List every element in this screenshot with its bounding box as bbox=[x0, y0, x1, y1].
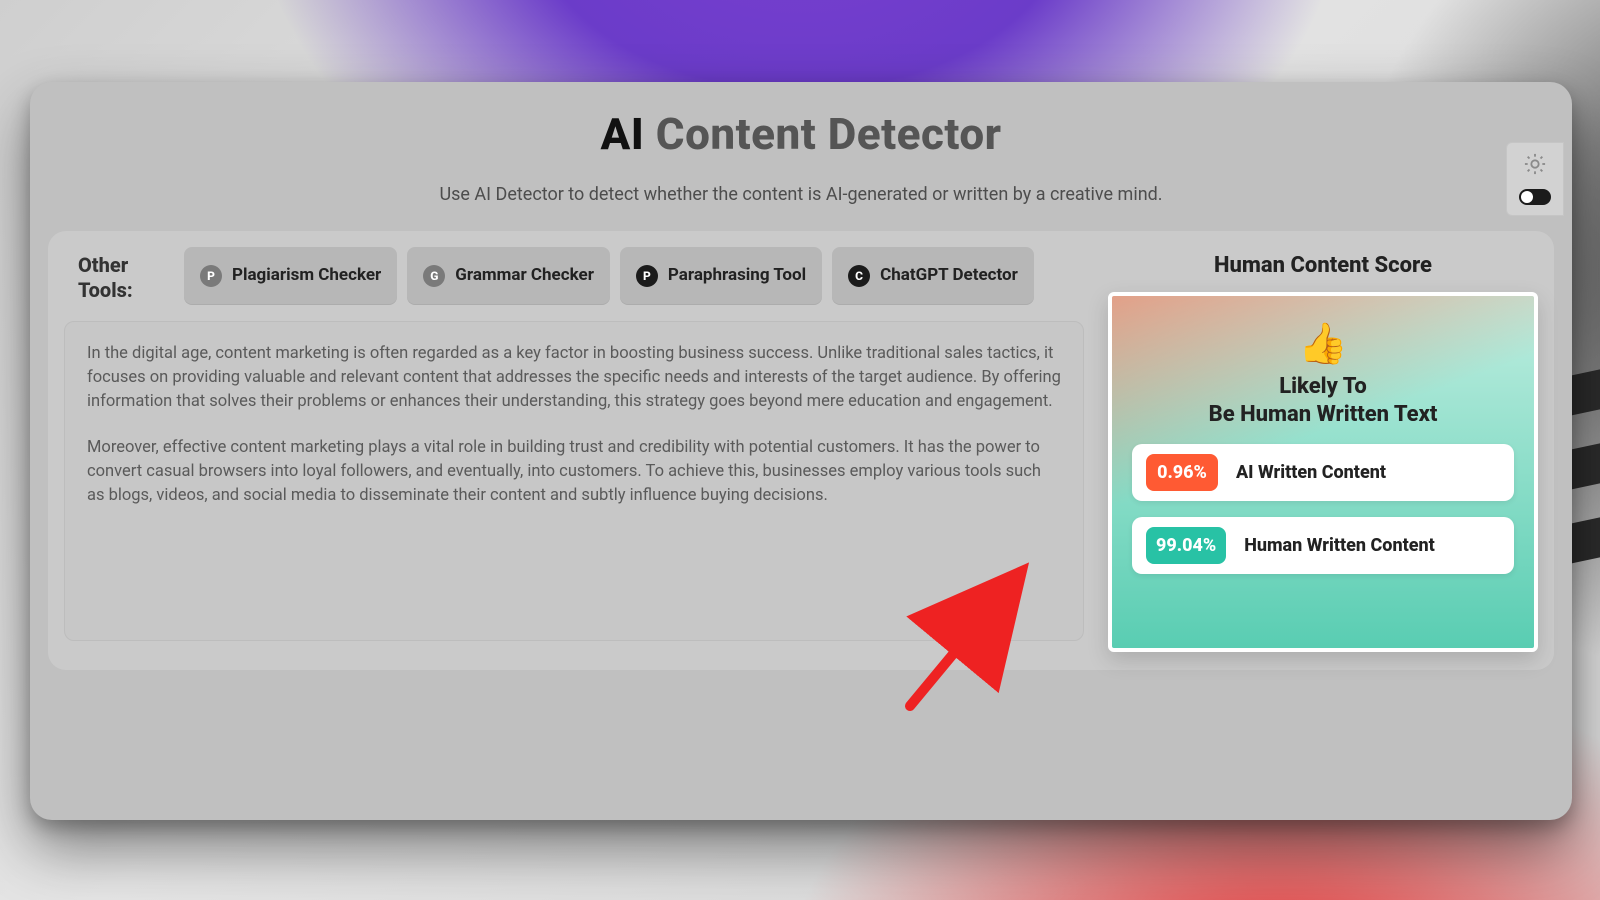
theme-switcher[interactable] bbox=[1506, 142, 1564, 216]
human-score-value: 99.04% bbox=[1146, 527, 1226, 564]
tool-badge-icon: P bbox=[200, 265, 222, 287]
tool-chatgpt-detector[interactable]: C ChatGPT Detector bbox=[832, 247, 1034, 305]
tool-paraphrasing[interactable]: P Paraphrasing Tool bbox=[620, 247, 822, 305]
app-window: AI Content Detector Use AI Detector to d… bbox=[30, 82, 1572, 820]
tool-label: ChatGPT Detector bbox=[880, 266, 1018, 286]
tool-grammar-checker[interactable]: G Grammar Checker bbox=[407, 247, 610, 305]
title-ai: AI bbox=[600, 108, 644, 160]
tool-label: Paraphrasing Tool bbox=[668, 266, 806, 286]
score-card: 👍 Likely To Be Human Written Text 0.96% … bbox=[1108, 292, 1538, 652]
page-subtitle: Use AI Detector to detect whether the co… bbox=[30, 184, 1572, 205]
page-title: AI Content Detector bbox=[30, 108, 1572, 160]
ai-score-value: 0.96% bbox=[1146, 454, 1218, 491]
human-score-row: 99.04% Human Written Content bbox=[1132, 517, 1514, 574]
other-tools-row: Other Tools: P Plagiarism Checker G Gram… bbox=[64, 247, 1084, 305]
content-paragraph: Moreover, effective content marketing pl… bbox=[87, 436, 1061, 508]
tool-label: Plagiarism Checker bbox=[232, 266, 381, 286]
tool-badge-icon: C bbox=[848, 265, 870, 287]
score-title: Human Content Score bbox=[1108, 253, 1538, 278]
ai-score-label: AI Written Content bbox=[1236, 462, 1386, 483]
tool-badge-icon: G bbox=[423, 265, 445, 287]
tool-plagiarism-checker[interactable]: P Plagiarism Checker bbox=[184, 247, 397, 305]
ai-score-row: 0.96% AI Written Content bbox=[1132, 444, 1514, 501]
human-score-label: Human Written Content bbox=[1244, 535, 1435, 556]
thumbs-up-icon: 👍 bbox=[1122, 320, 1524, 367]
tool-badge-icon: P bbox=[636, 265, 658, 287]
other-tools-label: Other Tools: bbox=[64, 247, 174, 303]
dark-mode-toggle[interactable] bbox=[1519, 189, 1551, 205]
main-panel: Other Tools: P Plagiarism Checker G Gram… bbox=[48, 231, 1554, 670]
content-paragraph: In the digital age, content marketing is… bbox=[87, 342, 1061, 414]
title-rest: Content Detector bbox=[644, 108, 1001, 160]
content-input[interactable]: In the digital age, content marketing is… bbox=[64, 321, 1084, 641]
tool-label: Grammar Checker bbox=[455, 266, 594, 286]
sun-icon bbox=[1524, 153, 1546, 179]
score-verdict: Likely To Be Human Written Text bbox=[1122, 373, 1524, 428]
